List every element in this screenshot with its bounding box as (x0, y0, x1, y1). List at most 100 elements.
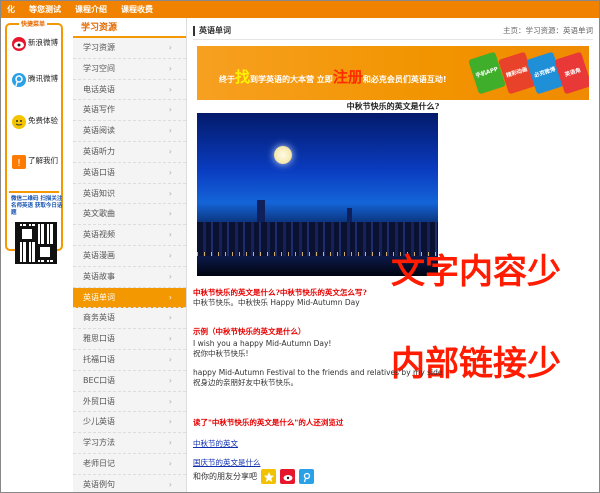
chevron-right-icon: › (168, 167, 172, 177)
sidebar-item-label: 英语知识 (83, 188, 115, 198)
sidebar-item[interactable]: 托福口语 › (73, 350, 186, 371)
sidebar-item-label: 少儿英语 (83, 417, 115, 427)
sidebar-item-label: 英语阅读 (83, 126, 115, 136)
top-nav-item[interactable]: 化 (7, 4, 15, 15)
top-nav-item[interactable]: 等您测试 (29, 4, 61, 15)
sidebar-list: 学习资源 › 学习空间 › 电话英语 › 英语写作 › 英语阅读 › 英语听力 › 英语口语 › 英语知识 ›… (73, 38, 186, 492)
sidebar-heading: 学习资源 (73, 18, 186, 38)
section-heading: 示例（中秋节快乐的英文是什么） (193, 327, 306, 336)
page-title: 英语单词 (199, 26, 231, 35)
sidebar-item[interactable]: 英语听力 › (73, 142, 186, 163)
top-nav: 化 等您测试 课程介绍 课程收费 (1, 1, 599, 18)
section-text: 祝你中秋节快乐! (193, 349, 249, 358)
sidebar-item-label: BEC口语 (83, 375, 116, 385)
quick-item-label: 免费体验 (28, 116, 58, 125)
sidebar-item-label: 英语听力 (83, 146, 115, 156)
sidebar-item[interactable]: 雅思口语 › (73, 329, 186, 350)
sidebar-item-label: 英文歌曲 (83, 209, 115, 219)
quick-item-sina-weibo[interactable]: 新浪微博 (12, 37, 62, 51)
banner-register-link[interactable]: 注册 (333, 68, 363, 86)
chevron-right-icon: › (168, 334, 172, 344)
sidebar-item[interactable]: 学习方法 › (73, 433, 186, 454)
badge-mobile-app[interactable]: 手机APP (468, 51, 506, 95)
sidebar-item[interactable]: 少儿英语 › (73, 412, 186, 434)
sidebar-item[interactable]: 英语单词 › (73, 287, 186, 309)
section-text: 中秋节快乐。中秋快乐 Happy Mid-Autumn Day (193, 298, 360, 307)
sidebar-item[interactable]: BEC口语 › (73, 371, 186, 392)
chevron-right-icon: › (168, 417, 172, 427)
sidebar-item-label: 英语视频 (83, 230, 115, 240)
banner-text-pre: 终于 (219, 75, 235, 84)
banner-highlight-find: 找 (235, 68, 251, 86)
sidebar-item[interactable]: 英语知识 › (73, 184, 186, 205)
quick-menu: 快捷菜单 新浪微博 腾讯微博 免费体验 ! 了解我们 微信二维码 扫描关注名师英… (5, 19, 63, 264)
sidebar-item[interactable]: 英语口语 › (73, 163, 186, 184)
quick-item-free-trial[interactable]: 免费体验 (12, 115, 62, 129)
main-content: 英语单词 主页：学习资源：英语单词 终于找到学英语的大本营 立即注册和必克会员们… (193, 18, 593, 492)
chevron-right-icon: › (168, 188, 172, 198)
badge-english-corner[interactable]: 英语角 (554, 51, 589, 95)
sidebar-item[interactable]: 英语例句 › (73, 475, 186, 492)
sidebar-item[interactable]: 英语视频 › (73, 225, 186, 246)
page-frame: 化 等您测试 课程介绍 课程收费 快捷菜单 新浪微博 腾讯微博 免费体验 ! 了… (0, 0, 600, 493)
quick-item-label: 新浪微博 (28, 38, 58, 47)
sidebar-item[interactable]: 英语写作 › (73, 100, 186, 122)
sidebar-item[interactable]: 外贸口语 › (73, 392, 186, 413)
chevron-right-icon: › (168, 313, 172, 323)
sidebar-item[interactable]: 商务英语 › (73, 308, 186, 330)
quick-item-tencent-weibo[interactable]: 腾讯微博 (12, 73, 62, 87)
breadcrumb[interactable]: 主页：学习资源：英语单词 (503, 25, 593, 36)
chevron-right-icon: › (168, 479, 172, 489)
sidebar-item-label: 英语例句 (83, 479, 115, 489)
page-header: 英语单词 主页：学习资源：英语单词 (193, 22, 593, 40)
chat-bubble-icon (12, 115, 26, 129)
chevron-right-icon: › (168, 230, 172, 240)
sidebar-item[interactable]: 电话英语 › (73, 80, 186, 101)
annotation-little-text: 文字内容少 (391, 252, 561, 292)
sidebar-item-label: 雅思口语 (83, 334, 115, 344)
related-heading: 读了"中秋节快乐的英文是什么"的人还浏览过 (193, 418, 344, 427)
chevron-right-icon: › (168, 271, 172, 281)
top-nav-item[interactable]: 课程收费 (121, 4, 153, 15)
quick-item-about-us[interactable]: ! 了解我们 (12, 155, 62, 169)
weibo-icon[interactable] (280, 469, 295, 484)
sidebar-item-label: 商务英语 (83, 313, 115, 323)
sidebar-item[interactable]: 英文歌曲 › (73, 204, 186, 226)
related-link[interactable]: 国庆节的英文是什么 (193, 458, 261, 468)
chevron-right-icon: › (168, 438, 172, 448)
chevron-right-icon: › (168, 126, 172, 136)
sidebar-item-label: 学习方法 (83, 438, 115, 448)
sidebar-item[interactable]: 学习空间 › (73, 59, 186, 80)
sidebar-item[interactable]: 英语阅读 › (73, 121, 186, 142)
sidebar-item-label: 托福口语 (83, 354, 115, 364)
tencent-weibo-icon[interactable] (299, 469, 314, 484)
sidebar-item[interactable]: 学习资源 › (73, 38, 186, 59)
section-text: I wish you a happy Mid-Autumn Day! (193, 339, 332, 348)
sidebar-item-label: 英语写作 (83, 105, 115, 115)
quick-menu-title: 快捷菜单 (19, 19, 48, 28)
sidebar-item[interactable]: 英语故事 › (73, 267, 186, 288)
promo-banner[interactable]: 终于找到学英语的大本营 立即注册和必克会员们英语互动! 手机APP 精彩动画 必… (197, 46, 589, 100)
sidebar-item-label: 学习资源 (83, 43, 115, 52)
top-nav-item[interactable]: 课程介绍 (75, 4, 107, 15)
qzone-star-icon[interactable] (261, 469, 276, 484)
sidebar-item-label: 英语故事 (83, 271, 115, 281)
sidebar-item-label: 英语单词 (83, 292, 115, 302)
sidebar-item-label: 英语漫画 (83, 250, 115, 260)
related-link[interactable]: 中秋节的英文 (193, 439, 238, 449)
chevron-right-icon: › (168, 63, 172, 73)
banner-text-post: 和必克会员们英语互动! (362, 75, 447, 84)
chevron-right-icon: › (168, 354, 172, 364)
chevron-right-icon: › (168, 209, 172, 219)
section-heading: 中秋节快乐的英文是什么?中秋节快乐的英文怎么写? (193, 288, 367, 297)
title-marker (193, 25, 195, 36)
sidebar-item-label: 英语口语 (83, 167, 115, 177)
sidebar-item[interactable]: 英语漫画 › (73, 246, 186, 267)
sidebar-item[interactable]: 老师日记 › (73, 454, 186, 475)
chevron-right-icon: › (168, 458, 172, 468)
article-title: 中秋节快乐的英文是什么? (346, 101, 440, 111)
sidebar-item-label: 电话英语 (83, 84, 115, 94)
chevron-right-icon: › (168, 375, 172, 385)
quick-item-label: 腾讯微博 (28, 74, 58, 83)
chevron-right-icon: › (168, 396, 172, 406)
